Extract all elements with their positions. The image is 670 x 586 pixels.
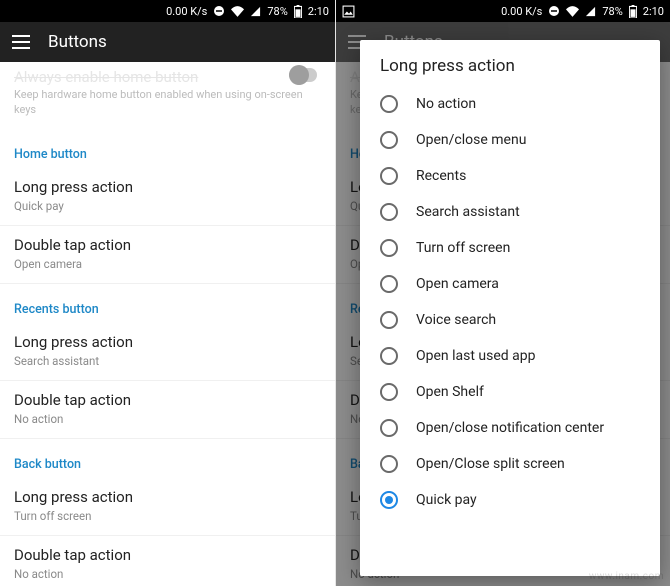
setting-title: Double tap action — [14, 546, 321, 564]
image-icon — [342, 5, 355, 18]
battery-icon — [294, 5, 302, 18]
dialog-option[interactable]: Open/close notification center — [380, 410, 640, 446]
dialog-option[interactable]: Recents — [380, 158, 640, 194]
dialog-option-label: Voice search — [416, 312, 496, 328]
setting-row[interactable]: Long press action Quick pay — [0, 168, 335, 226]
setting-row[interactable]: Long press action Search assistant — [0, 323, 335, 381]
dialog-option-label: Open last used app — [416, 348, 536, 364]
setting-subtitle: Quick pay — [14, 199, 321, 213]
setting-title: Long press action — [14, 178, 321, 196]
radio-icon[interactable] — [380, 203, 398, 221]
dnd-icon — [548, 5, 560, 17]
long-press-dialog: Long press action No action Open/close me… — [360, 40, 660, 576]
setting-title: Long press action — [14, 333, 321, 351]
radio-icon[interactable] — [380, 167, 398, 185]
right-pane: 0.00 K/s 78% 2:10 Buttons — [335, 0, 670, 586]
radio-icon[interactable] — [380, 347, 398, 365]
dialog-option-label: No action — [416, 96, 476, 112]
battery-pct: 78% — [602, 5, 622, 18]
disabled-setting-sub: Keep hardware home button enabled when u… — [14, 88, 321, 118]
status-bar: 0.00 K/s 78% 2:10 — [0, 0, 335, 22]
section-header: Back button — [0, 439, 335, 478]
disabled-setting-title: Always enable home button — [14, 68, 321, 86]
setting-title: Double tap action — [14, 236, 321, 254]
dialog-option-label: Open/close menu — [416, 132, 526, 148]
dialog-option[interactable]: Voice search — [380, 302, 640, 338]
dialog-option[interactable]: Search assistant — [380, 194, 640, 230]
dialog-option[interactable]: Open/Close split screen — [380, 446, 640, 482]
watermark: www.inam.com — [589, 571, 664, 582]
disabled-setting-row: Always enable home button Keep hardware … — [0, 62, 335, 129]
dialog-option[interactable]: Turn off screen — [380, 230, 640, 266]
app-bar: Buttons — [0, 22, 335, 62]
signal-icon — [585, 6, 596, 17]
dialog-option-label: Open/close notification center — [416, 420, 604, 436]
radio-icon[interactable] — [380, 383, 398, 401]
setting-subtitle: Search assistant — [14, 354, 321, 368]
dnd-icon — [213, 5, 225, 17]
radio-icon[interactable] — [380, 239, 398, 257]
dialog-option[interactable]: Open Shelf — [380, 374, 640, 410]
section-header: Home button — [0, 129, 335, 168]
dialog-option-label: Open camera — [416, 276, 499, 292]
screens-container: 0.00 K/s 78% 2:10 Buttons Alwa — [0, 0, 670, 586]
status-bar: 0.00 K/s 78% 2:10 — [336, 0, 670, 22]
dialog-option-label: Open Shelf — [416, 384, 484, 400]
clock: 2:10 — [643, 5, 664, 18]
app-bar-title: Buttons — [48, 32, 107, 52]
dialog-options-list[interactable]: No action Open/close menu Recents Search as… — [360, 86, 660, 568]
setting-row[interactable]: Double tap action Open camera — [0, 226, 335, 284]
clock: 2:10 — [308, 5, 329, 18]
setting-title: Long press action — [14, 488, 321, 506]
net-speed: 0.00 K/s — [166, 5, 207, 18]
left-pane: 0.00 K/s 78% 2:10 Buttons Alwa — [0, 0, 335, 586]
menu-icon[interactable] — [12, 35, 30, 49]
radio-icon[interactable] — [380, 311, 398, 329]
dialog-option[interactable]: Open last used app — [380, 338, 640, 374]
section-header: Recents button — [0, 284, 335, 323]
dialog-option[interactable]: Open camera — [380, 266, 640, 302]
setting-subtitle: Open camera — [14, 257, 321, 271]
toggle-switch[interactable] — [289, 68, 317, 82]
setting-row[interactable]: Double tap action No action — [0, 381, 335, 439]
radio-icon[interactable] — [380, 131, 398, 149]
net-speed: 0.00 K/s — [501, 5, 542, 18]
dialog-option[interactable]: Open/close menu — [380, 122, 640, 158]
radio-selected-icon[interactable] — [380, 491, 398, 509]
setting-subtitle: Turn off screen — [14, 509, 321, 523]
radio-icon[interactable] — [380, 275, 398, 293]
radio-icon[interactable] — [380, 419, 398, 437]
dialog-option[interactable]: No action — [380, 86, 640, 122]
setting-title: Double tap action — [14, 391, 321, 409]
setting-row[interactable]: Long press action Turn off screen — [0, 478, 335, 536]
radio-icon[interactable] — [380, 95, 398, 113]
wifi-icon — [231, 6, 244, 17]
radio-icon[interactable] — [380, 455, 398, 473]
dialog-option-label: Search assistant — [416, 204, 520, 220]
dialog-title: Long press action — [360, 56, 660, 86]
setting-subtitle: No action — [14, 412, 321, 426]
settings-scroll[interactable]: Always enable home button Keep hardware … — [0, 62, 335, 586]
signal-icon — [250, 6, 261, 17]
dialog-option-label: Open/Close split screen — [416, 456, 565, 472]
battery-pct: 78% — [267, 5, 287, 18]
battery-icon — [629, 5, 637, 18]
setting-subtitle: No action — [14, 567, 321, 581]
wifi-icon — [566, 6, 579, 17]
dialog-option-label: Turn off screen — [416, 240, 510, 256]
dialog-option[interactable]: Quick pay — [380, 482, 640, 518]
dialog-option-label: Quick pay — [416, 492, 477, 508]
setting-row[interactable]: Double tap action No action — [0, 536, 335, 586]
dialog-option-label: Recents — [416, 168, 466, 184]
